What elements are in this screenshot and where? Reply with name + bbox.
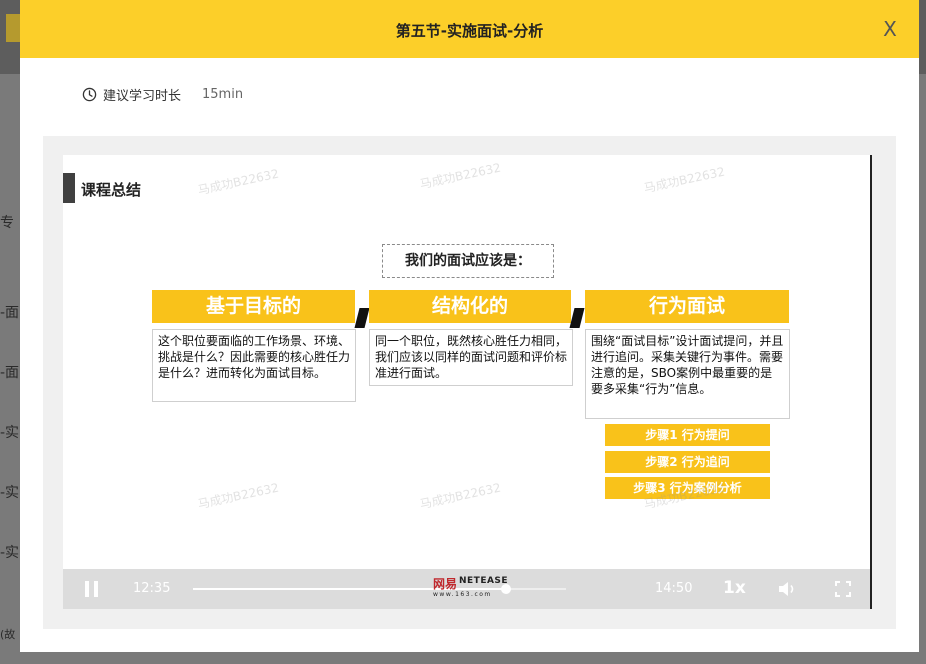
study-duration-label: 建议学习时长: [103, 88, 182, 104]
background-list-item[interactable]: -实: [0, 482, 20, 502]
summary-title: 课程总结: [81, 181, 142, 199]
column-body-behavior: 围绕“面试目标”设计面试提问，并且进行追问。采集关键行为事件。需要注意的是，SB…: [585, 329, 790, 419]
question-heading: 我们的面试应该是：: [382, 244, 554, 278]
pause-button[interactable]: [85, 581, 99, 597]
video-area[interactable]: 课程总结 我们的面试应该是： 基于目标的 结构化的 行为面试 这个职位要面临的工…: [63, 155, 872, 609]
step-item: 步骤2 行为追问: [605, 451, 770, 473]
background-list-item[interactable]: -实: [0, 542, 20, 562]
brand-main: 网易: [433, 577, 458, 591]
column-head-goal: 基于目标的: [152, 290, 355, 323]
background-list-item[interactable]: -面: [0, 362, 20, 382]
separator-mark: [569, 308, 585, 328]
background-logo: [6, 14, 20, 42]
watermark: 马成功B22632: [418, 480, 503, 512]
control-bar: 12:35 网易 NETEASE www.163.com 14:50 1x: [63, 569, 870, 609]
column-body-goal: 这个职位要面临的工作场景、环境、挑战是什么？因此需要的核心胜任力是什么？进而转化…: [152, 329, 356, 402]
watermark: 马成功B22632: [642, 164, 727, 196]
current-time: 12:35: [133, 581, 171, 596]
step-item: 步骤3 行为案例分析: [605, 477, 770, 499]
close-button[interactable]: X: [881, 18, 899, 40]
modal-header: 第五节-实施面试-分析 X: [20, 0, 919, 58]
study-duration-value: 15min: [202, 86, 244, 102]
background-list-item[interactable]: -实: [0, 422, 20, 442]
study-duration: 建议学习时长 15min: [82, 84, 243, 104]
background-list-item[interactable]: 专: [0, 212, 20, 232]
speed-button[interactable]: 1x: [723, 578, 746, 598]
clock-icon: [82, 87, 97, 101]
step-item: 步骤1 行为提问: [605, 424, 770, 446]
brand-sub: NETEASE: [459, 576, 509, 586]
background-bottom-text: (故: [0, 628, 16, 641]
column-body-structured: 同一个职位，既然核心胜任力相同，我们应该以同样的面试问题和评价标准进行面试。: [369, 329, 573, 386]
brand-url: www.163.com: [433, 591, 492, 598]
background-list-item[interactable]: -面: [0, 302, 20, 322]
fullscreen-icon[interactable]: [835, 581, 851, 597]
total-time: 14:50: [655, 581, 693, 596]
progress-track[interactable]: [193, 584, 566, 594]
volume-icon[interactable]: [778, 581, 798, 597]
column-head-structured: 结构化的: [369, 290, 571, 323]
separator-mark: [354, 308, 370, 328]
lesson-modal: 第五节-实施面试-分析 X 建议学习时长 15min 课程总结 我们的面试应该是…: [20, 0, 919, 652]
summary-marker: [63, 173, 75, 203]
modal-title: 第五节-实施面试-分析: [395, 22, 544, 40]
video-player: 课程总结 我们的面试应该是： 基于目标的 结构化的 行为面试 这个职位要面临的工…: [43, 136, 896, 629]
watermark: 马成功B22632: [196, 166, 281, 198]
watermark: 马成功B22632: [196, 480, 281, 512]
column-head-behavior: 行为面试: [585, 290, 789, 323]
brand-logo: 网易 NETEASE www.163.com: [433, 575, 508, 603]
watermark: 马成功B22632: [418, 160, 503, 192]
